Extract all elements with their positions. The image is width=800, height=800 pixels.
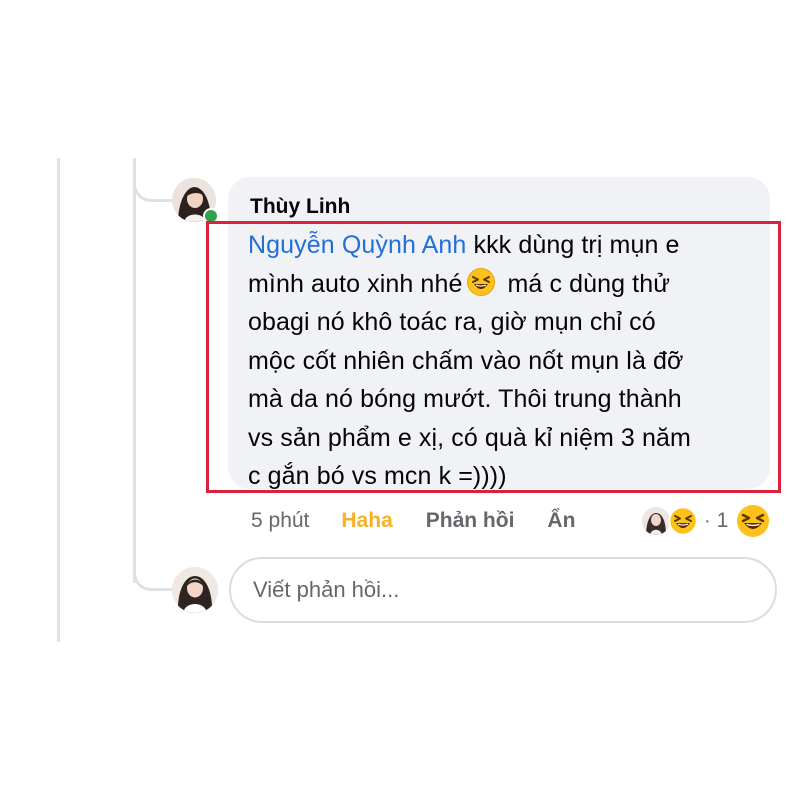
- reply-button[interactable]: Phản hồi: [426, 509, 515, 533]
- reaction-separator: ·: [704, 509, 711, 532]
- reaction-summary[interactable]: · 1: [640, 501, 770, 541]
- reply-input[interactable]: Viết phản hồi...: [229, 557, 777, 623]
- thread-branch-comment: [133, 166, 173, 202]
- current-user-avatar: [172, 567, 218, 613]
- red-highlight-box: [206, 221, 781, 493]
- thread-line-outer: [57, 158, 60, 642]
- hide-button[interactable]: Ẩn: [547, 509, 575, 533]
- haha-emoji-icon: [668, 506, 698, 536]
- comment-timestamp[interactable]: 5 phút: [251, 509, 309, 533]
- haha-face-icon[interactable]: [736, 504, 770, 538]
- thread-branch-reply: [133, 555, 173, 591]
- haha-reaction-button[interactable]: Haha: [341, 509, 392, 533]
- comment-author[interactable]: Thùy Linh: [250, 195, 350, 219]
- comment-actions: 5 phút Haha Phản hồi Ẩn: [251, 506, 575, 536]
- reaction-count[interactable]: 1: [717, 509, 729, 533]
- thread-line-inner: [133, 158, 136, 583]
